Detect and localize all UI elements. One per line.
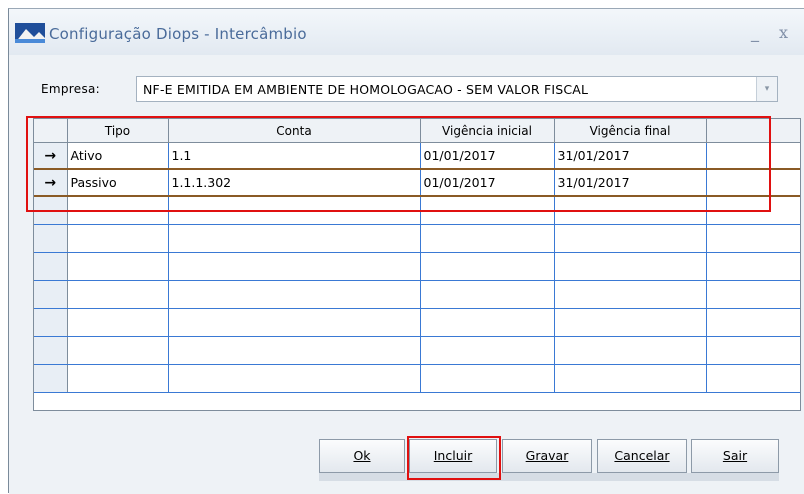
empty-cell[interactable] <box>67 308 169 337</box>
close-button[interactable]: x <box>779 23 788 42</box>
highlight-incluir-box <box>407 436 501 480</box>
empty-table-row[interactable] <box>34 364 800 393</box>
empty-cell[interactable] <box>420 308 555 337</box>
empty-table-row[interactable] <box>34 308 800 337</box>
empty-cell[interactable] <box>706 252 800 281</box>
empty-cell[interactable] <box>168 252 421 281</box>
empty-table-row[interactable] <box>34 280 800 309</box>
title-bar[interactable]: Configuração Diops - Intercâmbio _ x <box>9 9 804 55</box>
empty-cell[interactable] <box>706 336 800 365</box>
cancelar-button[interactable]: Cancelar <box>597 439 687 473</box>
empty-cell[interactable] <box>168 224 421 253</box>
row-indicator <box>34 252 68 281</box>
empty-cell[interactable] <box>420 336 555 365</box>
empresa-label: Empresa: <box>41 82 100 96</box>
empty-cell[interactable] <box>706 308 800 337</box>
chevron-down-icon[interactable]: ▾ <box>756 77 777 101</box>
row-indicator <box>34 364 68 393</box>
empty-table-row[interactable] <box>34 252 800 281</box>
empty-cell[interactable] <box>554 224 707 253</box>
app-icon <box>15 23 45 43</box>
row-indicator <box>34 280 68 309</box>
empty-cell[interactable] <box>67 336 169 365</box>
empty-cell[interactable] <box>67 280 169 309</box>
empty-cell[interactable] <box>168 308 421 337</box>
sair-button[interactable]: Sair <box>691 439 779 473</box>
empty-cell[interactable] <box>554 308 707 337</box>
row-indicator <box>34 336 68 365</box>
empty-cell[interactable] <box>420 252 555 281</box>
button-bar-shadow <box>319 473 779 481</box>
empty-cell[interactable] <box>554 280 707 309</box>
row-indicator <box>34 308 68 337</box>
highlight-rows-box <box>26 116 771 212</box>
ok-button[interactable]: Ok <box>319 439 405 473</box>
empty-table-row[interactable] <box>34 224 800 253</box>
empty-cell[interactable] <box>67 364 169 393</box>
minimize-button[interactable]: _ <box>751 23 759 42</box>
empty-table-row[interactable] <box>34 336 800 365</box>
empty-cell[interactable] <box>168 280 421 309</box>
empty-cell[interactable] <box>554 364 707 393</box>
row-indicator <box>34 224 68 253</box>
empty-cell[interactable] <box>420 224 555 253</box>
empresa-value: NF-E EMITIDA EM AMBIENTE DE HOMOLOGACAO … <box>143 82 589 97</box>
gravar-button[interactable]: Gravar <box>502 439 592 473</box>
desktop-strip <box>0 0 804 8</box>
empty-cell[interactable] <box>554 336 707 365</box>
empty-cell[interactable] <box>67 224 169 253</box>
window-title: Configuração Diops - Intercâmbio <box>49 25 307 43</box>
empty-cell[interactable] <box>706 224 800 253</box>
empty-cell[interactable] <box>420 364 555 393</box>
empty-cell[interactable] <box>168 364 421 393</box>
empty-cell[interactable] <box>67 252 169 281</box>
empty-cell[interactable] <box>168 336 421 365</box>
empresa-select[interactable]: NF-E EMITIDA EM AMBIENTE DE HOMOLOGACAO … <box>136 76 778 102</box>
dialog-body: Empresa: NF-E EMITIDA EM AMBIENTE DE HOM… <box>9 55 804 494</box>
dialog-window: Configuração Diops - Intercâmbio _ x Emp… <box>8 8 804 494</box>
empty-cell[interactable] <box>706 280 800 309</box>
empty-cell[interactable] <box>706 364 800 393</box>
empty-cell[interactable] <box>420 280 555 309</box>
empty-cell[interactable] <box>554 252 707 281</box>
